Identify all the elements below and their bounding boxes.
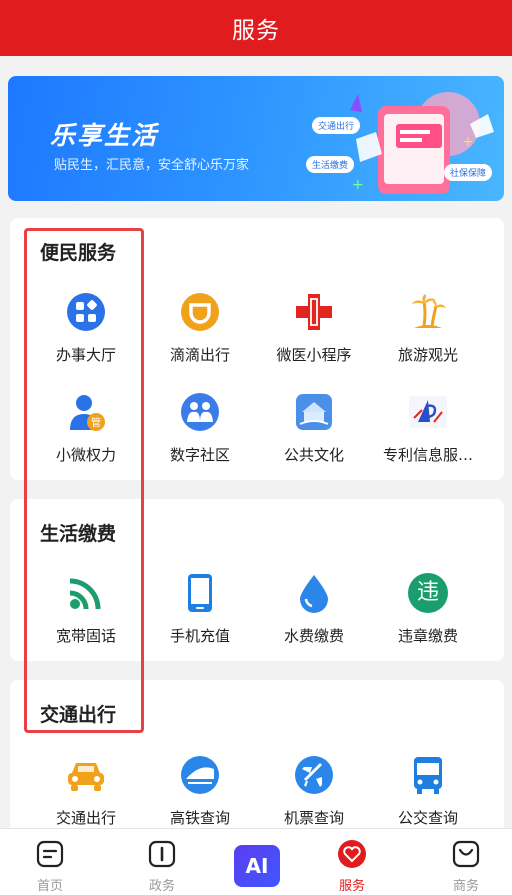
svg-text:+: + [352, 177, 364, 193]
item-tourism[interactable]: 旅游观光 [371, 292, 485, 365]
item-label: 微医小程序 [276, 346, 352, 364]
section-convenience: 便民服务 办事大厅 滴滴出行 微医小程序 旅游观光 管 小微权力 数字社区 公共… [10, 218, 504, 480]
item-label: 水费缴费 [283, 627, 344, 645]
item-phone-topup[interactable]: 手机充值 [143, 573, 257, 646]
tab-government[interactable]: 政务 [112, 839, 212, 894]
item-medical[interactable]: 微医小程序 [257, 292, 371, 365]
item-violation-fee[interactable]: 违 违章缴费 [371, 573, 485, 646]
item-label: 交通出行 [55, 809, 116, 827]
tab-label: 商务 [452, 879, 479, 894]
item-label: 小微权力 [55, 446, 116, 464]
section-title: 生活缴费 [40, 523, 117, 545]
item-label: 公交查询 [397, 809, 458, 827]
heart-icon [338, 840, 366, 868]
item-label: 办事大厅 [55, 346, 116, 364]
didi-icon [181, 293, 219, 331]
violation-icon: 违 [408, 573, 448, 613]
item-label: 机票查询 [283, 809, 344, 827]
tab-label: 政务 [148, 879, 175, 894]
item-culture[interactable]: 公共文化 [257, 392, 371, 465]
item-micro-power[interactable]: 管 小微权力 [29, 392, 143, 465]
page-title: 服务 [232, 18, 280, 44]
ai-icon: AI [245, 854, 269, 878]
official-user-icon: 管 [70, 395, 105, 431]
community-icon [181, 393, 219, 431]
section-title: 交通出行 [40, 704, 117, 726]
item-label: 滴滴出行 [169, 346, 230, 364]
bottom-tab-bar: 首页 政务 AI 服务 商务 [0, 828, 512, 895]
culture-building-icon [296, 394, 332, 430]
item-highspeed-rail[interactable]: 高铁查询 [143, 755, 257, 828]
office-hall-icon [67, 293, 105, 331]
banner-title: 乐享生活 [50, 121, 159, 150]
airplane-icon [295, 756, 333, 794]
item-office-hall[interactable]: 办事大厅 [29, 292, 143, 365]
item-patent[interactable]: 专利信息服… [371, 392, 485, 465]
tab-business[interactable]: 商务 [416, 839, 512, 894]
item-flight[interactable]: 机票查询 [257, 755, 371, 828]
item-broadband[interactable]: 宽带固话 [29, 573, 143, 646]
tab-label: 首页 [36, 879, 63, 894]
tab-home[interactable]: 首页 [0, 839, 100, 894]
item-bus[interactable]: 公交查询 [371, 755, 485, 828]
item-label: 宽带固话 [55, 627, 116, 645]
train-icon [181, 756, 219, 794]
svg-text:+: + [462, 134, 474, 150]
item-label: 数字社区 [169, 446, 230, 464]
tab-services[interactable]: 服务 [302, 839, 402, 894]
item-label: 高铁查询 [169, 809, 230, 827]
item-label: 公共文化 [283, 446, 344, 464]
item-traffic[interactable]: 交通出行 [29, 755, 143, 828]
shopping-bag-icon [452, 840, 480, 868]
bus-icon [414, 757, 442, 794]
promo-banner[interactable]: 乐享生活 贴民生，汇民意，安全舒心乐万家 + + 交通出行 生活缴费 社保保障 [8, 76, 504, 201]
section-bills: 生活缴费 宽带固话 手机充值 水费缴费 违 违章缴费 [10, 499, 504, 661]
tab-label: 服务 [338, 879, 365, 894]
wifi-signal-icon [69, 578, 101, 610]
item-label: 旅游观光 [397, 346, 458, 364]
palm-tree-icon [412, 294, 446, 328]
item-label: 手机充值 [169, 627, 230, 645]
item-label: 违章缴费 [397, 627, 458, 645]
item-label: 专利信息服… [382, 446, 473, 464]
section-transport: 交通出行 交通出行 高铁查询 机票查询 公交查询 [10, 680, 504, 840]
section-title: 便民服务 [40, 242, 117, 264]
ai-button[interactable]: AI [234, 845, 280, 887]
banner-tag-social: 社保保障 [444, 164, 493, 181]
patent-icon [409, 396, 447, 428]
item-water-bill[interactable]: 水费缴费 [257, 573, 371, 646]
item-didi[interactable]: 滴滴出行 [143, 292, 257, 365]
car-icon [68, 763, 104, 791]
svg-text:管: 管 [91, 416, 101, 429]
banner-subtitle: 贴民生，汇民意，安全舒心乐万家 [54, 158, 250, 173]
app-header: 服务 [0, 0, 512, 56]
medical-cross-icon [296, 294, 332, 330]
water-drop-icon [300, 575, 328, 613]
banner-tag-bills: 生活缴费 [306, 156, 355, 173]
item-community[interactable]: 数字社区 [143, 392, 257, 465]
home-doc-icon [36, 840, 64, 868]
banner-tag-traffic: 交通出行 [312, 117, 361, 134]
phone-icon [188, 574, 212, 612]
government-icon [148, 840, 176, 868]
